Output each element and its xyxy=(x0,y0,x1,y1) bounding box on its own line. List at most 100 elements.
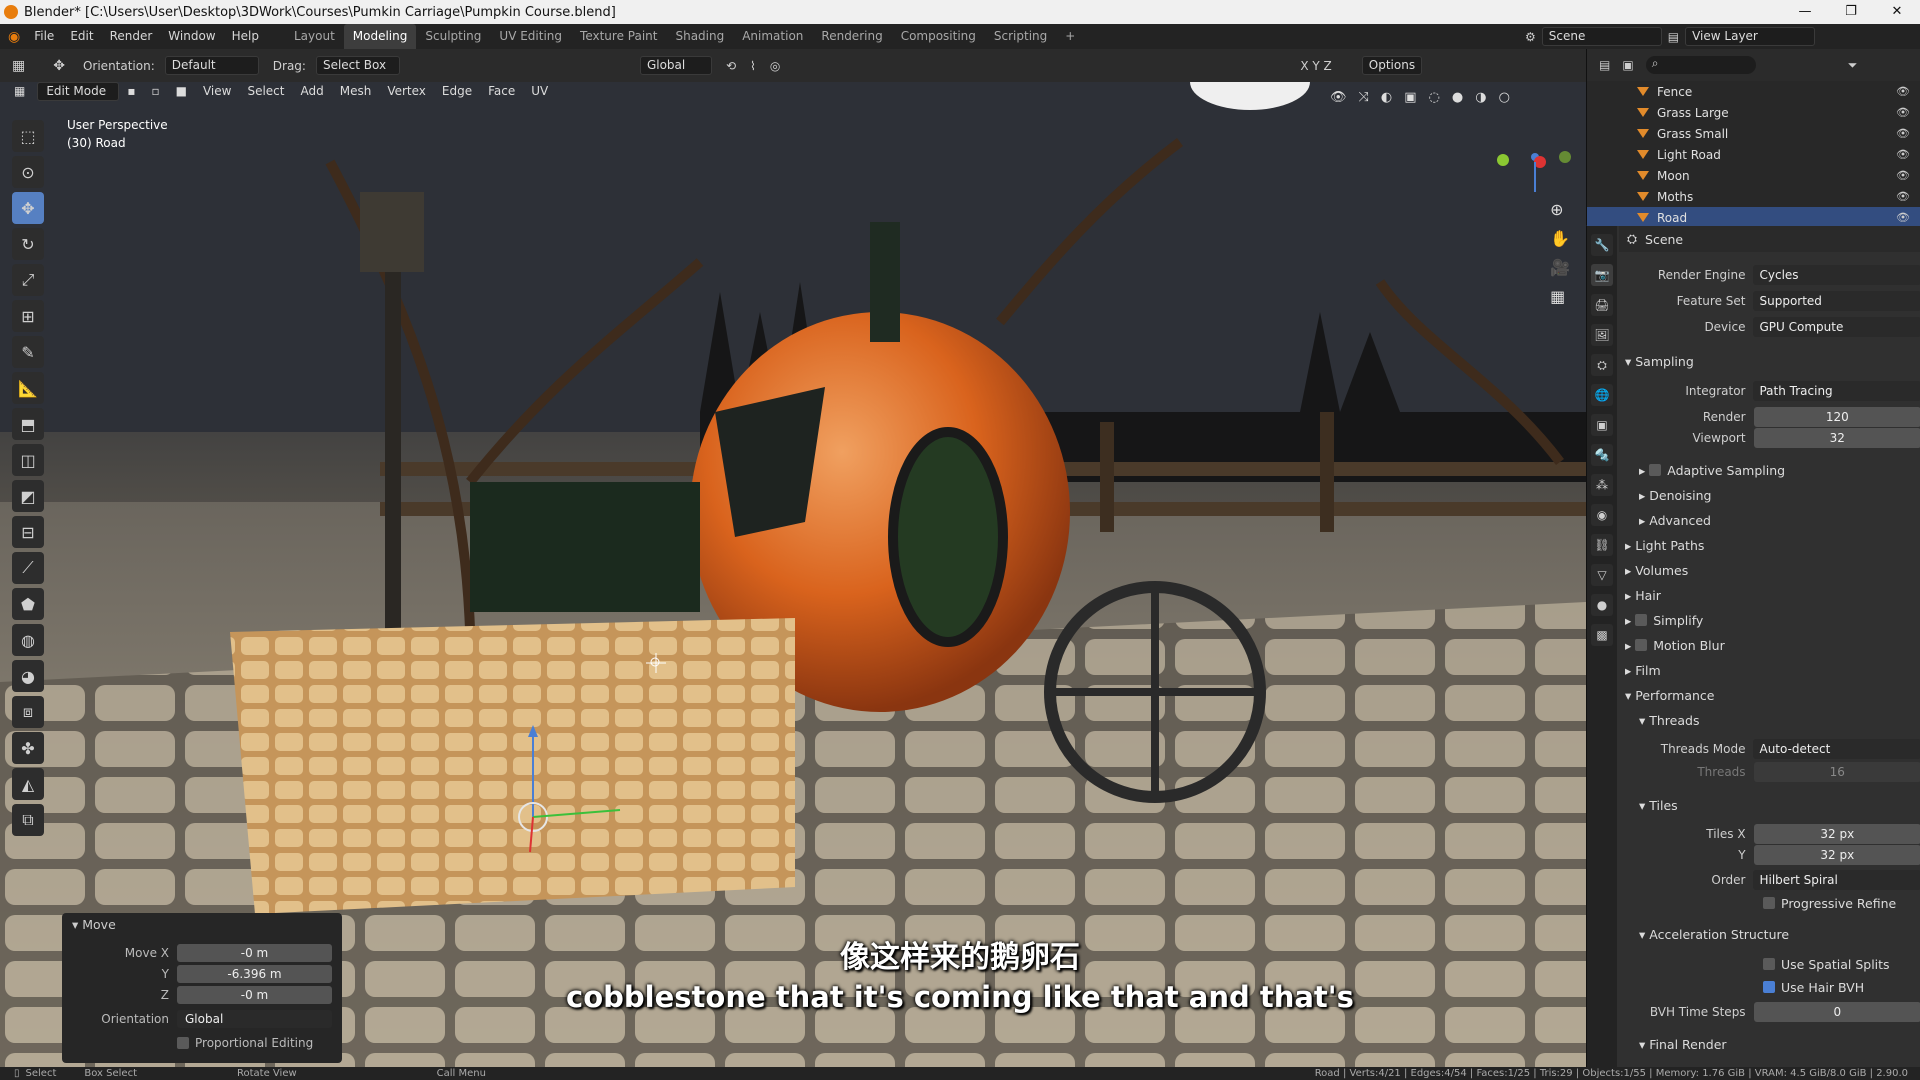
gizmo-toggle-icon[interactable]: ⤨ xyxy=(1359,90,1369,105)
final-render-header[interactable]: ▾ Final Render xyxy=(1619,1033,1920,1055)
world-tab-icon[interactable]: 🌐 xyxy=(1591,384,1613,406)
menu-window[interactable]: Window xyxy=(160,24,223,49)
visibility-icon[interactable]: 👁 xyxy=(1330,90,1347,105)
transform-icon[interactable]: ⊞ xyxy=(12,300,44,332)
menu-mesh[interactable]: Mesh xyxy=(332,84,380,98)
drag-dropdown[interactable]: Select Box xyxy=(315,56,400,75)
edge-select-icon[interactable]: ▫ xyxy=(143,84,167,98)
outliner-item-grass-small[interactable]: Grass Small 👁 xyxy=(1587,123,1920,144)
output-tab-icon[interactable]: 🖨 xyxy=(1591,294,1613,316)
physics-tab-icon[interactable]: ◉ xyxy=(1591,504,1613,526)
edge-slide-icon[interactable]: ⧈ xyxy=(12,696,44,728)
menu-view[interactable]: View xyxy=(195,84,239,98)
proportional-checkbox[interactable] xyxy=(177,1037,189,1049)
motion-blur-checkbox[interactable] xyxy=(1635,639,1648,651)
tab-compositing[interactable]: Compositing xyxy=(892,24,985,49)
eye-icon[interactable]: 👁 xyxy=(1896,211,1910,224)
poly-build-icon[interactable]: ⬟ xyxy=(12,588,44,620)
loop-cut-icon[interactable]: ⊟ xyxy=(12,516,44,548)
editor-type-icon[interactable]: ▦ xyxy=(12,58,25,74)
simplify-checkbox[interactable] xyxy=(1635,614,1648,626)
rotate-icon[interactable]: ↻ xyxy=(12,228,44,260)
viewport-samples-field[interactable]: 32 xyxy=(1753,428,1920,448)
threads-header[interactable]: ▾ Threads xyxy=(1619,709,1920,731)
outliner-item-light-road[interactable]: Light Road 👁 xyxy=(1587,144,1920,165)
zoom-icon[interactable]: ⊕ xyxy=(1550,200,1570,219)
annotate-icon[interactable]: ✎ xyxy=(12,336,44,368)
threads-mode-dropdown[interactable]: Auto-detect xyxy=(1753,739,1920,759)
sampling-panel-header[interactable]: ▾ Sampling xyxy=(1619,350,1920,372)
measure-icon[interactable]: 📐 xyxy=(12,372,44,404)
face-select-icon[interactable]: ■ xyxy=(168,84,195,98)
tiles-header[interactable]: ▾ Tiles xyxy=(1619,794,1920,816)
snap-icon[interactable]: ⌇ xyxy=(750,59,756,73)
outliner-item-road[interactable]: Road 👁 xyxy=(1587,207,1920,228)
adaptive-checkbox[interactable] xyxy=(1649,464,1662,476)
shear-icon[interactable]: ◭ xyxy=(12,768,44,800)
view-layer-tab-icon[interactable]: 🖼 xyxy=(1591,324,1613,346)
integrator-dropdown[interactable]: Path Tracing xyxy=(1753,381,1920,401)
pivot-icon[interactable]: ⟲ xyxy=(726,59,736,73)
add-workspace-icon[interactable]: + xyxy=(1056,24,1084,49)
tiles-y-field[interactable]: 32 px xyxy=(1753,845,1920,865)
xray-icon[interactable]: ▣ xyxy=(1404,90,1416,105)
extrude-icon[interactable]: ⬒ xyxy=(12,408,44,440)
filter-icon[interactable]: ⏷ xyxy=(1848,58,1858,73)
outliner-item-moon[interactable]: Moon 👁 xyxy=(1587,165,1920,186)
outliner-search[interactable]: ⌕ xyxy=(1645,56,1756,74)
progressive-refine-row[interactable]: Progressive Refine xyxy=(1619,892,1920,914)
film-header[interactable]: ▸ Film xyxy=(1619,659,1920,681)
device-dropdown[interactable]: GPU Compute xyxy=(1753,317,1920,337)
tab-texture-paint[interactable]: Texture Paint xyxy=(571,24,666,49)
outliner-editor-icon[interactable]: ▤ xyxy=(1599,58,1610,72)
simplify-header[interactable]: ▸ Simplify xyxy=(1619,609,1920,631)
mode-dropdown[interactable]: Edit Mode xyxy=(37,81,120,101)
eye-icon[interactable]: 👁 xyxy=(1896,190,1910,203)
hair-header[interactable]: ▸ Hair xyxy=(1619,584,1920,606)
menu-uv[interactable]: UV xyxy=(523,84,556,98)
advanced-header[interactable]: ▸ Advanced xyxy=(1619,509,1920,531)
outliner-item-fence[interactable]: Fence 👁 xyxy=(1587,81,1920,102)
eye-icon[interactable]: 👁 xyxy=(1896,106,1910,119)
object-tab-icon[interactable]: ▣ xyxy=(1591,414,1613,436)
tab-uv-editing[interactable]: UV Editing xyxy=(490,24,571,49)
render-samples-field[interactable]: 120 xyxy=(1753,407,1920,427)
material-shading-icon[interactable]: ◑ xyxy=(1475,90,1486,105)
tab-scripting[interactable]: Scripting xyxy=(985,24,1056,49)
scene-field[interactable]: Scene xyxy=(1541,27,1662,46)
pan-hand-icon[interactable]: ✋ xyxy=(1550,229,1570,248)
orientation-dropdown[interactable]: Default xyxy=(164,56,259,75)
outliner-display-icon[interactable]: ▣ xyxy=(1622,58,1633,72)
minimize-icon[interactable]: — xyxy=(1782,0,1828,24)
eye-icon[interactable]: 👁 xyxy=(1896,169,1910,182)
light-paths-header[interactable]: ▸ Light Paths xyxy=(1619,534,1920,556)
menu-vertex[interactable]: Vertex xyxy=(379,84,434,98)
order-dropdown[interactable]: Hilbert Spiral xyxy=(1753,870,1920,890)
tab-shading[interactable]: Shading xyxy=(666,24,733,49)
bevel-icon[interactable]: ◩ xyxy=(12,480,44,512)
data-tab-icon[interactable]: ▽ xyxy=(1591,564,1613,586)
tab-modeling[interactable]: Modeling xyxy=(343,24,417,49)
transform-space-dropdown[interactable]: Global xyxy=(639,56,712,75)
spin-icon[interactable]: ◍ xyxy=(12,624,44,656)
eye-icon[interactable]: 👁 xyxy=(1896,85,1910,98)
xyz-mirror-icon[interactable]: X Y Z xyxy=(1300,59,1331,73)
close-icon[interactable]: ✕ xyxy=(1874,0,1920,24)
maximize-icon[interactable]: ❐ xyxy=(1828,0,1874,24)
select-box-icon[interactable]: ⬚ xyxy=(12,120,44,152)
tab-sculpting[interactable]: Sculpting xyxy=(416,24,490,49)
modifier-tab-icon[interactable]: 🔩 xyxy=(1591,444,1613,466)
menu-render[interactable]: Render xyxy=(102,24,161,49)
eye-icon[interactable]: 👁 xyxy=(1896,148,1910,161)
proportional-icon[interactable]: ◎ xyxy=(770,59,780,73)
editor-icon[interactable]: ▦ xyxy=(6,84,33,98)
progressive-refine-checkbox[interactable] xyxy=(1763,897,1775,909)
shrink-fatten-icon[interactable]: ✤ xyxy=(12,732,44,764)
cursor-icon[interactable]: ⊙ xyxy=(12,156,44,188)
knife-icon[interactable]: ⟋ xyxy=(12,552,44,584)
menu-add[interactable]: Add xyxy=(292,84,331,98)
motion-blur-header[interactable]: ▸ Motion Blur xyxy=(1619,634,1920,656)
scene-tab-icon[interactable]: ⛭ xyxy=(1591,354,1613,376)
wireframe-shading-icon[interactable]: ◌ xyxy=(1429,90,1440,105)
move-icon[interactable]: ✥ xyxy=(12,192,44,224)
